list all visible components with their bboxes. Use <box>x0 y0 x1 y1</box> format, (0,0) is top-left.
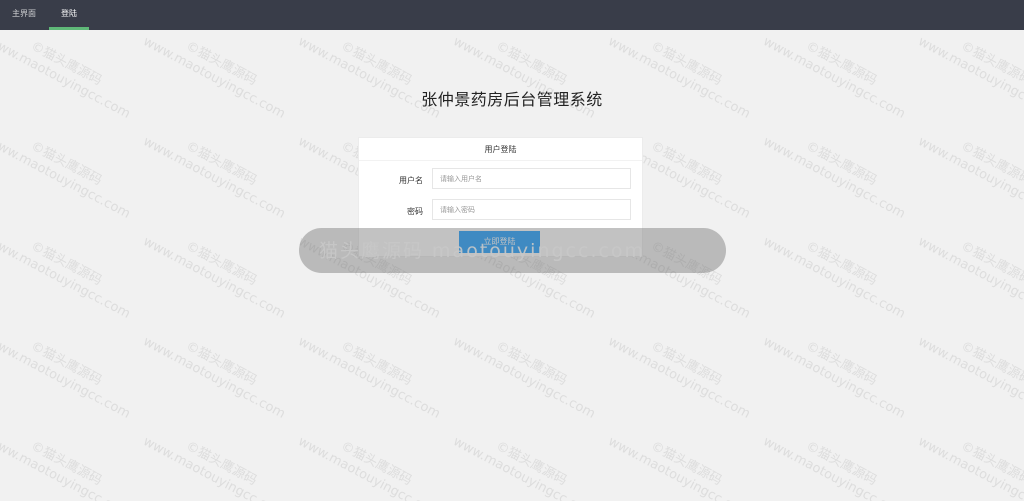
watermark-brand: ©猫头鹰源码 <box>28 438 105 489</box>
watermark-site: www.maotouyingcc.com <box>295 434 443 501</box>
watermark-text: ©猫头鹰源码www.maotouyingcc.com <box>760 420 915 501</box>
watermark-text: ©猫头鹰源码www.maotouyingcc.com <box>450 320 605 423</box>
watermark-brand: ©猫头鹰源码 <box>648 338 725 389</box>
username-label: 用户名 <box>399 176 423 185</box>
watermark-text: ©猫头鹰源码www.maotouyingcc.com <box>760 320 915 423</box>
watermark-brand: ©猫头鹰源码 <box>958 238 1024 289</box>
password-input[interactable] <box>432 199 631 220</box>
watermark-site: www.maotouyingcc.com <box>605 334 753 422</box>
page-title: 张仲景药房后台管理系统 <box>421 90 603 109</box>
watermark-site: www.maotouyingcc.com <box>605 434 753 501</box>
watermark-text: ©猫头鹰源码www.maotouyingcc.com <box>295 320 450 423</box>
watermark-text: ©猫头鹰源码www.maotouyingcc.com <box>760 220 915 323</box>
watermark-site: www.maotouyingcc.com <box>450 434 598 501</box>
watermark-text: ©猫头鹰源码www.maotouyingcc.com <box>915 220 1024 323</box>
watermark-brand: ©猫头鹰源码 <box>183 338 260 389</box>
watermark-site: www.maotouyingcc.com <box>140 134 288 222</box>
watermark-brand: ©猫头鹰源码 <box>183 238 260 289</box>
watermark-text: ©猫头鹰源码www.maotouyingcc.com <box>140 420 295 501</box>
watermark-brand: ©猫头鹰源码 <box>338 438 415 489</box>
watermark-brand: ©猫头鹰源码 <box>493 438 570 489</box>
watermark-site: www.maotouyingcc.com <box>760 434 908 501</box>
watermark-brand: ©猫头鹰源码 <box>958 338 1024 389</box>
nav-item-main[interactable]: 主界面 <box>12 0 36 30</box>
nav-active-indicator <box>49 27 89 30</box>
password-label: 密码 <box>407 207 423 216</box>
watermark-site: www.maotouyingcc.com <box>0 134 133 222</box>
watermark-site: www.maotouyingcc.com <box>140 334 288 422</box>
watermark-brand: ©猫头鹰源码 <box>958 138 1024 189</box>
watermark-text: ©猫头鹰源码www.maotouyingcc.com <box>915 120 1024 223</box>
watermark-brand: ©猫头鹰源码 <box>803 438 880 489</box>
watermark-site: www.maotouyingcc.com <box>760 334 908 422</box>
watermark-text: ©猫头鹰源码www.maotouyingcc.com <box>140 320 295 423</box>
watermark-text: ©猫头鹰源码www.maotouyingcc.com <box>915 320 1024 423</box>
watermark-text: ©猫头鹰源码www.maotouyingcc.com <box>140 220 295 323</box>
watermark-brand: ©猫头鹰源码 <box>28 238 105 289</box>
watermark-site: www.maotouyingcc.com <box>450 334 598 422</box>
watermark-brand: ©猫头鹰源码 <box>803 238 880 289</box>
watermark-brand: ©猫头鹰源码 <box>183 438 260 489</box>
watermark-brand: ©猫头鹰源码 <box>958 438 1024 489</box>
watermark-brand: ©猫头鹰源码 <box>28 138 105 189</box>
watermark-text: ©猫头鹰源码www.maotouyingcc.com <box>295 420 450 501</box>
watermark-brand: ©猫头鹰源码 <box>28 338 105 389</box>
watermark-site: www.maotouyingcc.com <box>140 434 288 501</box>
watermark-text: ©猫头鹰源码www.maotouyingcc.com <box>0 320 140 423</box>
watermark-site: www.maotouyingcc.com <box>0 434 133 501</box>
watermark-text: ©猫头鹰源码www.maotouyingcc.com <box>605 320 760 423</box>
username-input[interactable] <box>432 168 631 189</box>
top-nav-bar: 主界面 登陆 <box>0 0 1024 30</box>
login-submit-button[interactable]: 立即登陆 <box>459 231 540 253</box>
card-divider <box>359 160 642 161</box>
watermark-site: www.maotouyingcc.com <box>915 434 1024 501</box>
watermark-site: www.maotouyingcc.com <box>295 334 443 422</box>
watermark-brand: ©猫头鹰源码 <box>803 338 880 389</box>
watermark-brand: ©猫头鹰源码 <box>648 438 725 489</box>
watermark-text: ©猫头鹰源码www.maotouyingcc.com <box>605 420 760 501</box>
watermark-text: ©猫头鹰源码www.maotouyingcc.com <box>760 120 915 223</box>
watermark-text: ©猫头鹰源码www.maotouyingcc.com <box>0 420 140 501</box>
watermark-text: ©猫头鹰源码www.maotouyingcc.com <box>450 420 605 501</box>
watermark-brand: ©猫头鹰源码 <box>493 338 570 389</box>
watermark-brand: ©猫头鹰源码 <box>338 338 415 389</box>
watermark-brand: ©猫头鹰源码 <box>803 138 880 189</box>
login-card-title: 用户登陆 <box>484 145 517 154</box>
watermark-site: www.maotouyingcc.com <box>0 334 133 422</box>
watermark-site: www.maotouyingcc.com <box>760 234 908 322</box>
watermark-site: www.maotouyingcc.com <box>915 134 1024 222</box>
watermark-site: www.maotouyingcc.com <box>0 234 133 322</box>
watermark-text: ©猫头鹰源码www.maotouyingcc.com <box>915 420 1024 501</box>
nav-item-login[interactable]: 登陆 <box>61 0 77 30</box>
watermark-site: www.maotouyingcc.com <box>760 134 908 222</box>
watermark-site: www.maotouyingcc.com <box>140 234 288 322</box>
watermark-text: ©猫头鹰源码www.maotouyingcc.com <box>0 220 140 323</box>
watermark-site: www.maotouyingcc.com <box>915 234 1024 322</box>
watermark-brand: ©猫头鹰源码 <box>183 138 260 189</box>
watermark-text: ©猫头鹰源码www.maotouyingcc.com <box>140 120 295 223</box>
watermark-site: www.maotouyingcc.com <box>915 334 1024 422</box>
watermark-text: ©猫头鹰源码www.maotouyingcc.com <box>0 120 140 223</box>
